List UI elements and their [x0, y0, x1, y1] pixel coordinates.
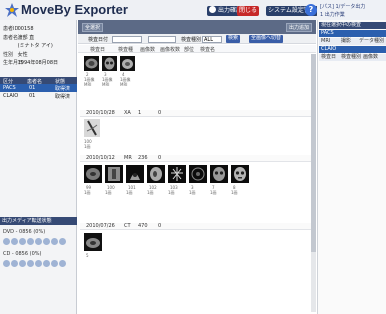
series-caption: 1画: [126, 190, 133, 195]
modality-select[interactable]: ALL: [202, 36, 222, 43]
series-thumbnail[interactable]: [84, 119, 100, 137]
selected-row-pacs[interactable]: PACS: [319, 30, 386, 37]
media-dvd-label: DVD - 0856 (0%): [3, 229, 46, 235]
media-dvd-progress: [3, 238, 66, 245]
select-all-button[interactable]: 全選択: [82, 23, 104, 32]
series-thumbnail[interactable]: [120, 56, 135, 71]
series-thumbnail[interactable]: [168, 165, 186, 183]
patient-sex-row: 性別 女性: [3, 52, 28, 58]
source-row-pacs[interactable]: PACS 01 取得済: [0, 84, 77, 92]
series-caption: 1画: [168, 190, 175, 195]
close-button[interactable]: 閉じる: [237, 6, 260, 16]
series-thumbnail[interactable]: [84, 56, 99, 71]
series-caption: 1画: [189, 190, 196, 195]
series-caption: 1画: [231, 190, 238, 195]
series-caption: 1画: [84, 190, 91, 195]
selected-panel-title: 現在選択中の検査: [319, 22, 386, 29]
date-filter-label: 検査日付: [88, 37, 109, 43]
search-row: 検査日付 検査種別 ALL 検索 全画像へ切替: [78, 34, 316, 44]
center-toolbar: 全選択 出力追加: [78, 20, 316, 34]
app-logo-icon: [5, 3, 19, 17]
media-status-title: 出力メディア転送状態: [0, 217, 77, 225]
right-top-line1: [パス] 1/データ出力: [320, 4, 366, 10]
date-to-input[interactable]: [148, 36, 176, 43]
app-title: MoveBy Exporter: [21, 2, 128, 17]
right-top-panel: [パス] 1/データ出力 1 出力作業: [317, 0, 386, 20]
series-thumbnail[interactable]: [105, 165, 123, 183]
date-from-input[interactable]: [112, 36, 142, 43]
series-thumbnail[interactable]: [231, 165, 249, 183]
search-button[interactable]: 検索: [226, 35, 241, 43]
selected-study-panel: 現在選択中の検査 PACS MRI 撮影 データ種別 CLAIO 検査日 検査種…: [317, 20, 386, 314]
right-top-line2: 1 出力作業: [320, 12, 345, 18]
series-thumbnail[interactable]: [84, 233, 102, 251]
media-cd-progress: [3, 260, 66, 267]
series-thumbnail[interactable]: [189, 165, 207, 183]
patient-kana-row: (ミナトタ アイ): [17, 43, 53, 49]
study-row-ct[interactable]: 2010/07/26 CT 470 0: [80, 223, 312, 230]
add-output-button[interactable]: 出力追加: [286, 23, 313, 32]
patient-panel: 患者ID 00158 患者名 渡部 直 (ミナトタ アイ) 性別 女性 生年月日…: [0, 20, 77, 314]
series-caption: 1画: [210, 190, 217, 195]
selected-row-claio[interactable]: CLAIO: [319, 46, 386, 53]
series-thumbnail[interactable]: [147, 165, 165, 183]
help-icon[interactable]: ?: [305, 4, 317, 16]
source-row-claio[interactable]: CLAIO 01 取得済: [0, 92, 77, 100]
patient-id-row: 患者ID 00158: [3, 26, 34, 32]
study-list-panel: 全選択 出力追加 検査日付 検査種別 ALL 検索 全画像へ切替 検査日 検査種…: [78, 20, 316, 314]
series-caption: 1画: [147, 190, 154, 195]
series-thumbnail[interactable]: [210, 165, 228, 183]
selected-row-columns: 検査日 検査種別 画像数: [319, 54, 386, 61]
study-column-header: 検査日 検査種 画像数 画像枚数 部位 検査名: [78, 45, 316, 53]
selected-row-header: MRI 撮影 データ種別: [319, 38, 386, 45]
study-row-mr[interactable]: 2010/10/12 MR 236 0: [80, 155, 312, 162]
modality-filter-label: 検査種別: [181, 37, 202, 43]
scrollbar-thumb[interactable]: [311, 54, 316, 252]
patient-dob-row: 生年月日 1994年08月08日: [3, 60, 59, 66]
toggle-all-images-button[interactable]: 全画像へ切替: [249, 35, 284, 43]
source-table-header: 区分 患者名 状態: [0, 77, 77, 85]
patient-name-row: 患者名 渡部 直: [3, 35, 35, 41]
media-cd-label: CD - 0856 (0%): [3, 251, 42, 257]
series-thumbnail[interactable]: [84, 165, 102, 183]
study-row-xa[interactable]: 2010/10/28 XA 1 0: [80, 110, 312, 117]
series-thumbnail[interactable]: [102, 56, 117, 71]
series-thumbnail[interactable]: [126, 165, 144, 183]
series-caption: 1画: [105, 190, 112, 195]
app-window: MoveBy Exporter 出力確認 閉じる システム設定管理 ? [パス]…: [0, 0, 386, 314]
study-list-scrollbar[interactable]: [311, 54, 316, 312]
send-icon: [209, 6, 216, 13]
